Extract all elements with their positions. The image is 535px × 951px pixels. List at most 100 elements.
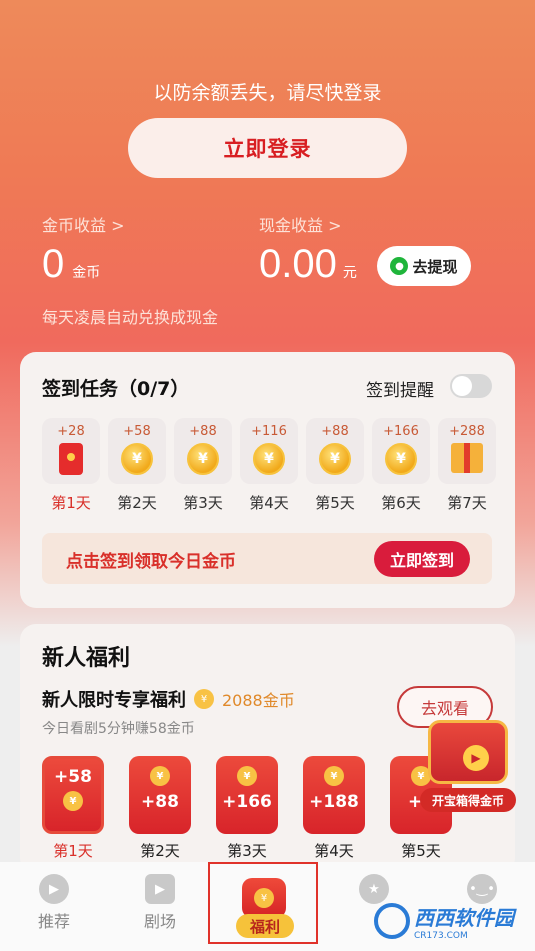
coin-icon: ¥ bbox=[237, 766, 257, 786]
watermark-sub: CR173.COM bbox=[414, 930, 468, 941]
gift-icon bbox=[451, 443, 483, 473]
envelope-card: +58 ¥ bbox=[42, 756, 104, 834]
checkin-title: 签到任务（0/7） bbox=[42, 378, 190, 400]
newbie-description: 今日看剧5分钟赚58金币 bbox=[42, 721, 195, 737]
login-button[interactable]: 立即登录 bbox=[128, 118, 407, 178]
day-label: 第3天 bbox=[183, 494, 223, 512]
day-tile: +88 ¥ bbox=[306, 418, 364, 484]
day-tile: +28 bbox=[42, 418, 100, 484]
login-notice: 以防余额丢失，请尽快登录 bbox=[153, 82, 382, 104]
watermark-text-group: 西西软件园 CR173.COM bbox=[414, 902, 514, 941]
coin-icon: ¥ bbox=[319, 443, 351, 475]
checkin-day[interactable]: +116 ¥ 第4天 bbox=[240, 418, 298, 513]
treasure-label: 开宝箱得金币 bbox=[420, 788, 516, 812]
play-icon: ▶ bbox=[463, 745, 489, 771]
red-envelope-icon bbox=[59, 443, 83, 475]
checkin-day[interactable]: +166 ¥ 第6天 bbox=[372, 418, 430, 513]
envelope-label: 第5天 bbox=[401, 842, 441, 860]
reminder-label: 签到提醒 bbox=[366, 381, 434, 401]
newbie-envelope[interactable]: ¥ +188 第4天 bbox=[303, 756, 365, 861]
cash-unit: 元 bbox=[342, 265, 357, 281]
wechat-icon: ● bbox=[390, 257, 409, 275]
checkin-day[interactable]: +88 ¥ 第5天 bbox=[306, 418, 364, 513]
envelope-label: 第2天 bbox=[140, 842, 180, 860]
envelope-label: 第4天 bbox=[314, 842, 354, 860]
newbie-envelopes: +58 ¥ 第1天 ¥ +88 第2天 ¥ +166 第3天 ¥ +188 第4… bbox=[42, 756, 452, 861]
coin-icon: ¥ bbox=[63, 791, 83, 811]
tab-label: 推荐 bbox=[37, 912, 70, 931]
envelope-label: 第1天 bbox=[53, 842, 93, 860]
sign-bar: 点击签到领取今日金币 立即签到 bbox=[42, 533, 492, 584]
envelope-value: +58 bbox=[54, 767, 92, 787]
tab-theater[interactable]: ▶ 剧场 bbox=[120, 874, 200, 932]
day-tile: +88 ¥ bbox=[174, 418, 232, 484]
day-label: 第7天 bbox=[447, 494, 487, 512]
newbie-envelope[interactable]: ¥ +88 第2天 bbox=[129, 756, 191, 861]
day-points: +88 bbox=[189, 424, 217, 439]
envelope-card: ¥ +88 bbox=[129, 756, 191, 834]
watermark: 西西软件园 CR173.COM bbox=[374, 898, 532, 944]
tv-icon: ▶ bbox=[145, 874, 175, 904]
newbie-title: 新人福利 bbox=[42, 646, 131, 671]
day-label: 第2天 bbox=[117, 494, 157, 512]
watermark-text: 西西软件园 bbox=[414, 905, 514, 930]
day-tile: +166 ¥ bbox=[372, 418, 430, 484]
coin-value: 0 bbox=[42, 242, 65, 286]
auto-exchange-text: 每天凌晨自动兑换成现金 bbox=[42, 308, 219, 327]
checkin-days: +28 第1天 +58 ¥ 第2天 +88 ¥ 第3天 +116 ¥ 第4天 +… bbox=[42, 418, 496, 513]
coin-icon: ¥ bbox=[324, 766, 344, 786]
coin-icon: ¥ bbox=[253, 443, 285, 475]
day-points: +28 bbox=[57, 424, 85, 439]
newbie-subtitle-row: 新人限时专享福利 ¥ 2088金币 bbox=[42, 686, 295, 712]
red-bag-icon: ¥ bbox=[242, 878, 286, 918]
checkin-day[interactable]: +28 第1天 bbox=[42, 418, 100, 513]
coin-icon: ¥ bbox=[121, 443, 153, 475]
day-label: 第4天 bbox=[249, 494, 289, 512]
envelope-value: +166 bbox=[222, 792, 272, 812]
treasure-chest-icon: ▶ bbox=[428, 720, 508, 784]
tab-label: 剧场 bbox=[143, 912, 176, 931]
day-tile: +116 ¥ bbox=[240, 418, 298, 484]
coin-icon: ¥ bbox=[254, 888, 274, 908]
envelope-card: ¥ +188 bbox=[303, 756, 365, 834]
newbie-envelope[interactable]: +58 ¥ 第1天 bbox=[42, 756, 104, 861]
day-points: +116 bbox=[251, 424, 287, 439]
envelope-label: 第3天 bbox=[227, 842, 267, 860]
day-points: +58 bbox=[123, 424, 151, 439]
day-tile: +58 ¥ bbox=[108, 418, 166, 484]
tab-welfare[interactable]: ¥ 福利 bbox=[208, 862, 318, 944]
newbie-envelope[interactable]: ¥ +166 第3天 bbox=[216, 756, 278, 861]
day-points: +88 bbox=[321, 424, 349, 439]
coin-earnings-link[interactable]: 金币收益 > bbox=[42, 212, 125, 236]
newbie-subtitle: 新人限时专享福利 bbox=[42, 690, 186, 711]
coin-unit: 金币 bbox=[72, 265, 101, 281]
coin-icon: ¥ bbox=[150, 766, 170, 786]
day-points: +288 bbox=[449, 424, 485, 439]
cash-earnings-link[interactable]: 现金收益 > bbox=[259, 212, 342, 236]
day-label: 第6天 bbox=[381, 494, 421, 512]
day-tile: +288 bbox=[438, 418, 496, 484]
withdraw-label: 去提现 bbox=[412, 257, 458, 276]
cash-value: 0.00 bbox=[259, 242, 337, 286]
coin-balance: 0 金币 bbox=[42, 242, 100, 287]
sign-in-button[interactable]: 立即签到 bbox=[374, 541, 470, 577]
coin-icon: ¥ bbox=[385, 443, 417, 475]
tab-recommend[interactable]: ▶ 推荐 bbox=[14, 874, 94, 932]
coin-icon: ¥ bbox=[194, 689, 214, 709]
reminder-toggle[interactable] bbox=[450, 374, 492, 398]
withdraw-button[interactable]: ● 去提现 bbox=[377, 246, 471, 286]
coin-icon: ¥ bbox=[187, 443, 219, 475]
cash-balance: 0.00 元 bbox=[259, 242, 357, 287]
checkin-day[interactable]: +88 ¥ 第3天 bbox=[174, 418, 232, 513]
play-icon: ▶ bbox=[39, 874, 69, 904]
envelope-value: +88 bbox=[141, 792, 179, 812]
day-label: 第5天 bbox=[315, 494, 355, 512]
tab-label: 福利 bbox=[236, 914, 294, 938]
checkin-day[interactable]: +58 ¥ 第2天 bbox=[108, 418, 166, 513]
day-points: +166 bbox=[383, 424, 419, 439]
envelope-value: +188 bbox=[309, 792, 359, 812]
treasure-chest-widget[interactable]: ▶ 开宝箱得金币 bbox=[420, 720, 516, 812]
checkin-day[interactable]: +288 第7天 bbox=[438, 418, 496, 513]
watermark-logo-icon bbox=[374, 903, 410, 939]
envelope-card: ¥ +166 bbox=[216, 756, 278, 834]
